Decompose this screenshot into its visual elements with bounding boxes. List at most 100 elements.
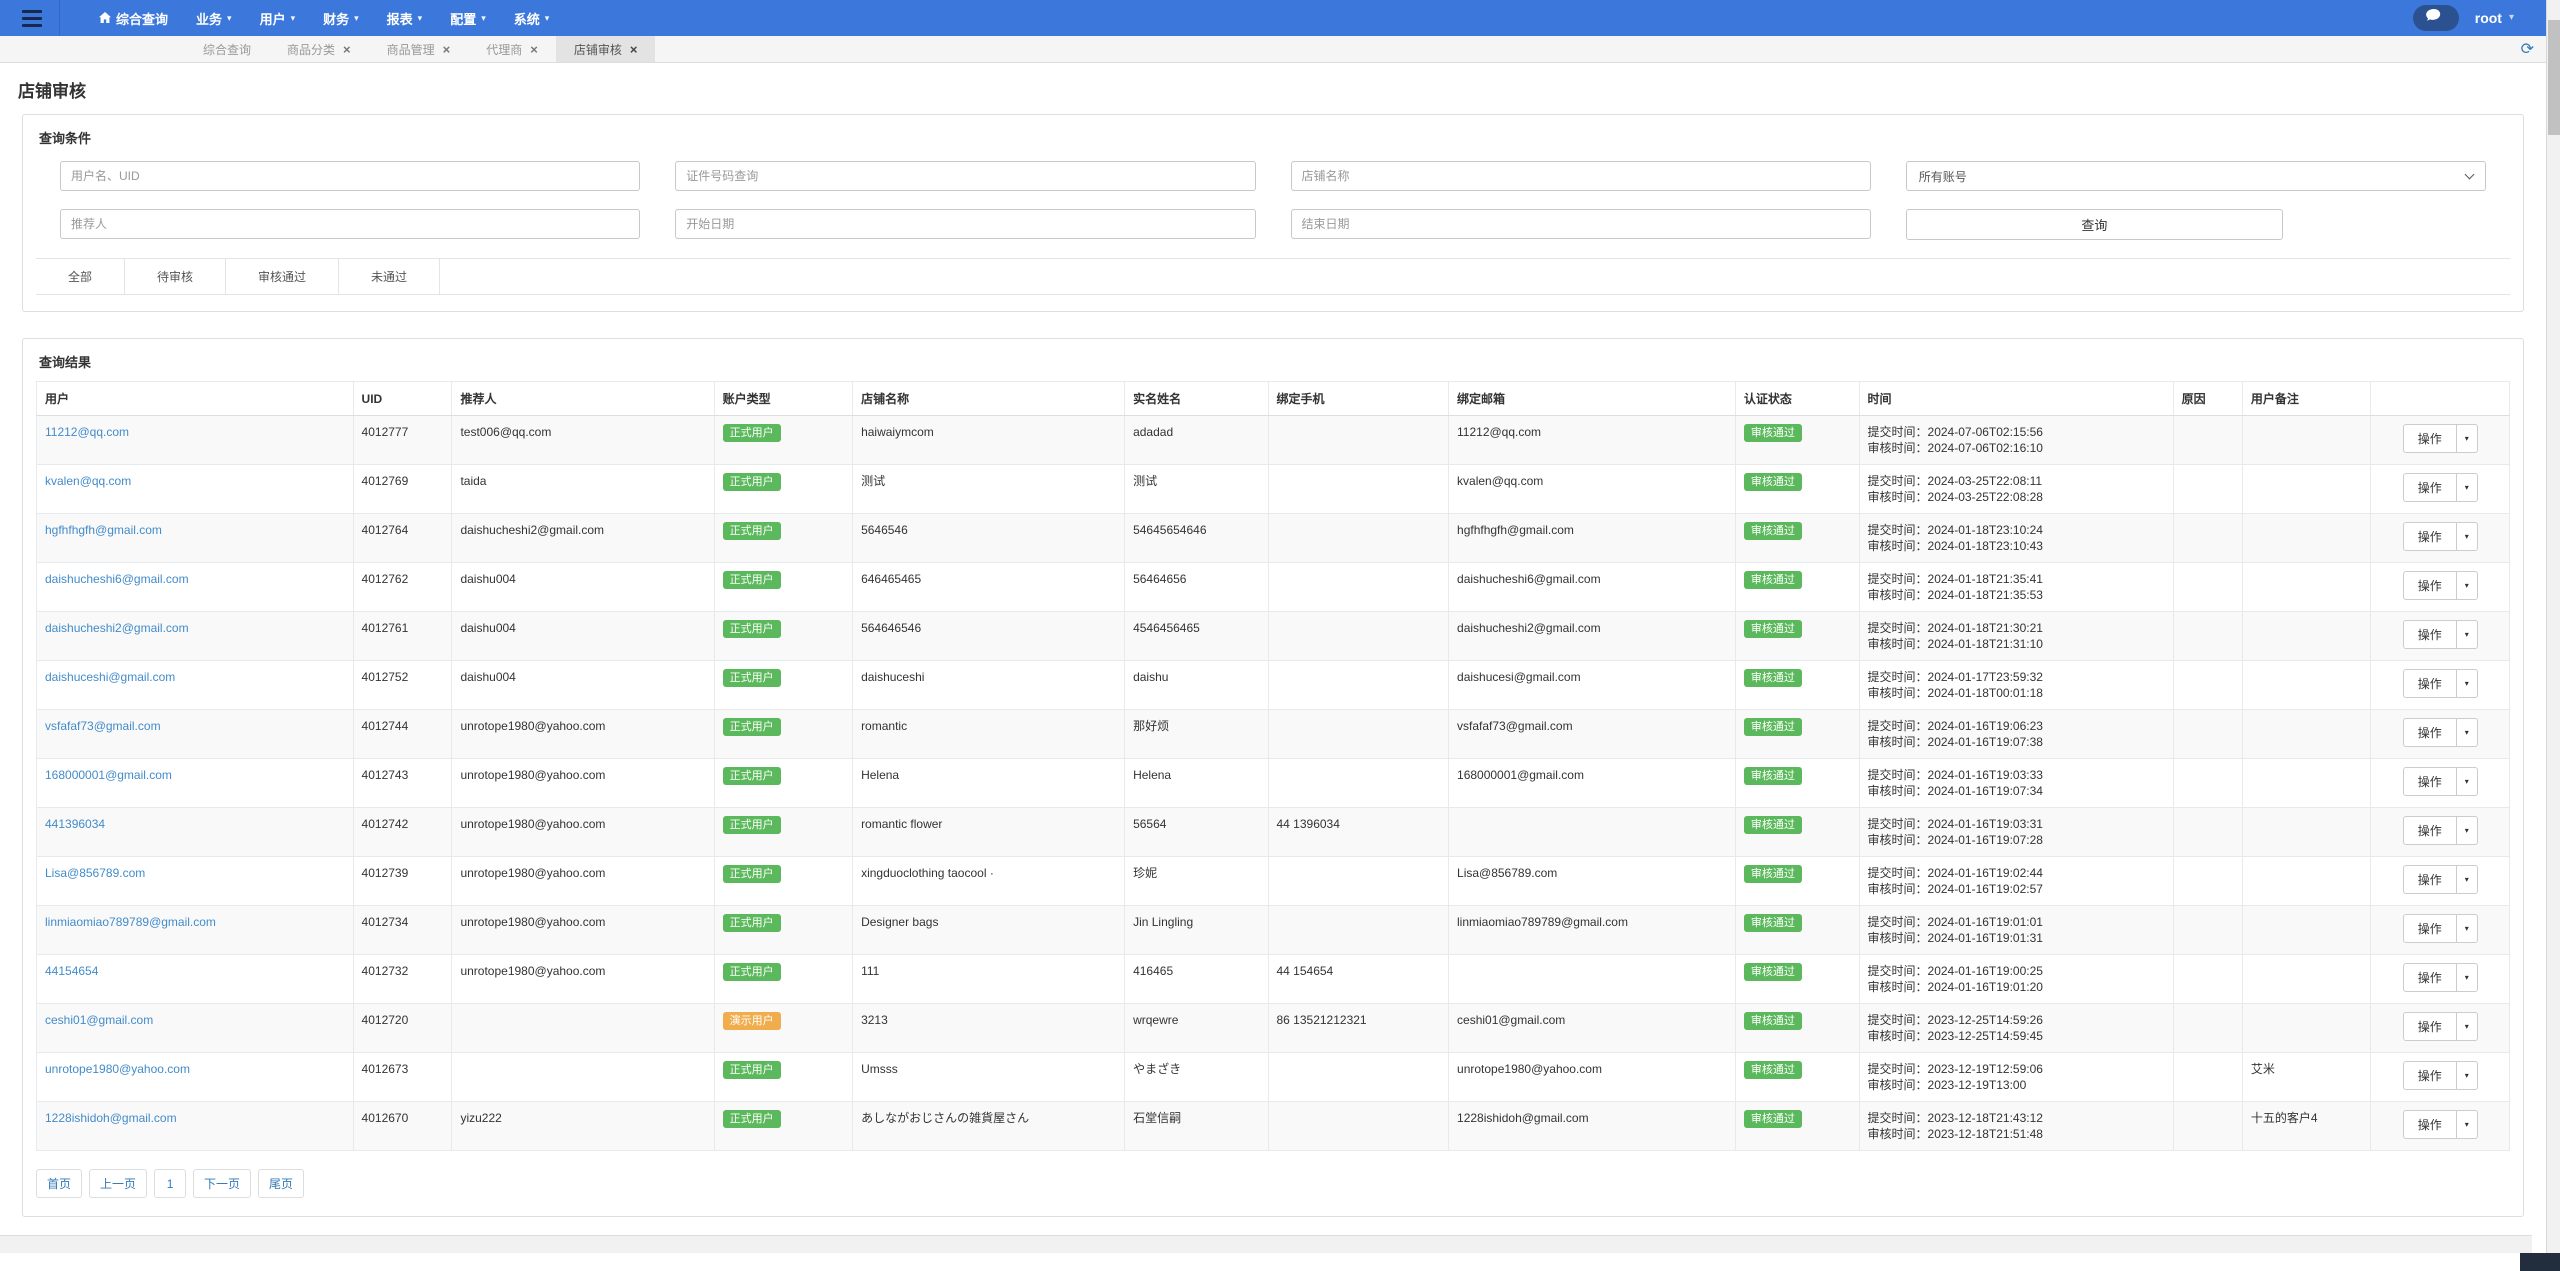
start-date-input[interactable] bbox=[675, 209, 1255, 239]
messages-button[interactable] bbox=[2413, 5, 2459, 31]
filter-tab[interactable]: 审核通过 bbox=[226, 259, 339, 294]
vertical-scrollbar[interactable] bbox=[2546, 0, 2560, 1271]
action-button[interactable]: 操作 bbox=[2403, 620, 2457, 649]
sidebar-toggle-button[interactable] bbox=[0, 0, 60, 36]
user-link[interactable]: 44154654 bbox=[45, 964, 98, 978]
action-dropdown-button[interactable]: ▾ bbox=[2456, 669, 2478, 698]
filter-tab[interactable]: 全部 bbox=[36, 259, 125, 294]
action-dropdown-button[interactable]: ▾ bbox=[2456, 620, 2478, 649]
tab[interactable]: 综合查询 bbox=[185, 36, 269, 62]
action-button[interactable]: 操作 bbox=[2403, 1012, 2457, 1041]
tab[interactable]: 商品分类 × bbox=[269, 36, 369, 62]
user-link[interactable]: Lisa@856789.com bbox=[45, 866, 145, 880]
tab[interactable]: 店铺审核 × bbox=[556, 36, 656, 62]
action-dropdown-button[interactable]: ▾ bbox=[2456, 424, 2478, 453]
shop-name-cell: 3213 bbox=[853, 1004, 1125, 1053]
review-time: 审核时间：2023-12-18T21:51:48 bbox=[1868, 1126, 2165, 1142]
action-dropdown-button[interactable]: ▾ bbox=[2456, 571, 2478, 600]
tab[interactable]: 商品管理 × bbox=[369, 36, 469, 62]
idcard-input[interactable] bbox=[675, 161, 1255, 191]
user-link[interactable]: kvalen@qq.com bbox=[45, 474, 131, 488]
phone-cell: 86 13521212321 bbox=[1268, 1004, 1449, 1053]
tab[interactable]: 代理商 × bbox=[468, 36, 556, 62]
nav-menu-item[interactable]: 配置 ▾ bbox=[436, 0, 500, 36]
action-dropdown-button[interactable]: ▾ bbox=[2456, 767, 2478, 796]
user-link[interactable]: ceshi01@gmail.com bbox=[45, 1013, 153, 1027]
shop-name-input[interactable] bbox=[1291, 161, 1871, 191]
action-button[interactable]: 操作 bbox=[2403, 571, 2457, 600]
username-uid-input[interactable] bbox=[60, 161, 640, 191]
pagination-button[interactable]: 上一页 bbox=[89, 1169, 147, 1198]
action-button[interactable]: 操作 bbox=[2403, 816, 2457, 845]
close-icon[interactable]: × bbox=[630, 43, 638, 56]
pagination-button[interactable]: 1 bbox=[154, 1169, 186, 1198]
user-menu[interactable]: root ▾ bbox=[2475, 10, 2514, 26]
table-row: Lisa@856789.com 4012739 unrotope1980@yah… bbox=[37, 857, 2510, 906]
table-row: 168000001@gmail.com 4012743 unrotope1980… bbox=[37, 759, 2510, 808]
chevron-down-icon: ▾ bbox=[2509, 13, 2514, 23]
user-link[interactable]: 1228ishidoh@gmail.com bbox=[45, 1111, 177, 1125]
user-link[interactable]: vsfafaf73@gmail.com bbox=[45, 719, 161, 733]
review-time: 审核时间：2024-01-18T00:01:18 bbox=[1868, 685, 2165, 701]
nav-menu-item[interactable]: 报表 ▾ bbox=[373, 0, 437, 36]
user-link[interactable]: unrotope1980@yahoo.com bbox=[45, 1062, 190, 1076]
action-button[interactable]: 操作 bbox=[2403, 424, 2457, 453]
nav-menu-item[interactable]: 系统 ▾ bbox=[500, 0, 564, 36]
account-type-select[interactable]: 所有账号 bbox=[1906, 161, 2486, 191]
action-dropdown-button[interactable]: ▾ bbox=[2456, 1012, 2478, 1041]
action-cell: 操作 ▾ bbox=[2371, 612, 2510, 661]
action-dropdown-button[interactable]: ▾ bbox=[2456, 963, 2478, 992]
action-dropdown-button[interactable]: ▾ bbox=[2456, 914, 2478, 943]
reason-cell bbox=[2173, 808, 2242, 857]
action-button[interactable]: 操作 bbox=[2403, 865, 2457, 894]
action-dropdown-button[interactable]: ▾ bbox=[2456, 1110, 2478, 1139]
user-link[interactable]: daishucheshi2@gmail.com bbox=[45, 621, 189, 635]
action-dropdown-button[interactable]: ▾ bbox=[2456, 473, 2478, 502]
action-button[interactable]: 操作 bbox=[2403, 914, 2457, 943]
action-button[interactable]: 操作 bbox=[2403, 522, 2457, 551]
referrer-cell: taida bbox=[452, 465, 714, 514]
action-dropdown-button[interactable]: ▾ bbox=[2456, 522, 2478, 551]
nav-menu-item[interactable]: 业务 ▾ bbox=[182, 0, 246, 36]
close-icon[interactable]: × bbox=[530, 43, 538, 56]
close-icon[interactable]: × bbox=[443, 43, 451, 56]
close-icon[interactable]: × bbox=[343, 43, 351, 56]
user-link[interactable]: linmiaomiao789789@gmail.com bbox=[45, 915, 216, 929]
action-button[interactable]: 操作 bbox=[2403, 1110, 2457, 1139]
reason-cell bbox=[2173, 661, 2242, 710]
action-button[interactable]: 操作 bbox=[2403, 963, 2457, 992]
action-button[interactable]: 操作 bbox=[2403, 767, 2457, 796]
status-badge: 审核通过 bbox=[1744, 1110, 1802, 1128]
account-type-cell: 正式用户 bbox=[714, 514, 852, 563]
action-button[interactable]: 操作 bbox=[2403, 473, 2457, 502]
action-dropdown-button[interactable]: ▾ bbox=[2456, 1061, 2478, 1090]
real-name-cell: Jin Lingling bbox=[1125, 906, 1268, 955]
filter-tab[interactable]: 待审核 bbox=[125, 259, 226, 294]
user-link[interactable]: daishucheshi6@gmail.com bbox=[45, 572, 189, 586]
action-button[interactable]: 操作 bbox=[2403, 1061, 2457, 1090]
user-link[interactable]: 168000001@gmail.com bbox=[45, 768, 172, 782]
action-dropdown-button[interactable]: ▾ bbox=[2456, 865, 2478, 894]
scrollbar-thumb[interactable] bbox=[2548, 20, 2560, 135]
action-dropdown-button[interactable]: ▾ bbox=[2456, 718, 2478, 747]
corner-widget[interactable] bbox=[2520, 1253, 2560, 1271]
refresh-icon[interactable]: ⟳ bbox=[2521, 41, 2534, 57]
search-button[interactable]: 查询 bbox=[1906, 209, 2283, 240]
action-button[interactable]: 操作 bbox=[2403, 718, 2457, 747]
nav-menu-item[interactable]: 财务 ▾ bbox=[309, 0, 373, 36]
referrer-input[interactable] bbox=[60, 209, 640, 239]
end-date-input[interactable] bbox=[1291, 209, 1871, 239]
user-link[interactable]: daishuceshi@gmail.com bbox=[45, 670, 175, 684]
action-dropdown-button[interactable]: ▾ bbox=[2456, 816, 2478, 845]
pagination-button[interactable]: 首页 bbox=[36, 1169, 82, 1198]
action-button[interactable]: 操作 bbox=[2403, 669, 2457, 698]
user-link[interactable]: hgfhfhgfh@gmail.com bbox=[45, 523, 162, 537]
user-link[interactable]: 11212@qq.com bbox=[45, 425, 129, 439]
pagination-button[interactable]: 尾页 bbox=[258, 1169, 304, 1198]
user-link[interactable]: 441396034 bbox=[45, 817, 105, 831]
pagination-button[interactable]: 下一页 bbox=[193, 1169, 251, 1198]
referrer-cell: daishu004 bbox=[452, 563, 714, 612]
filter-tab[interactable]: 未通过 bbox=[339, 259, 440, 294]
nav-menu-item[interactable]: 综合查询 bbox=[85, 0, 182, 36]
nav-menu-item[interactable]: 用户 ▾ bbox=[246, 0, 310, 36]
